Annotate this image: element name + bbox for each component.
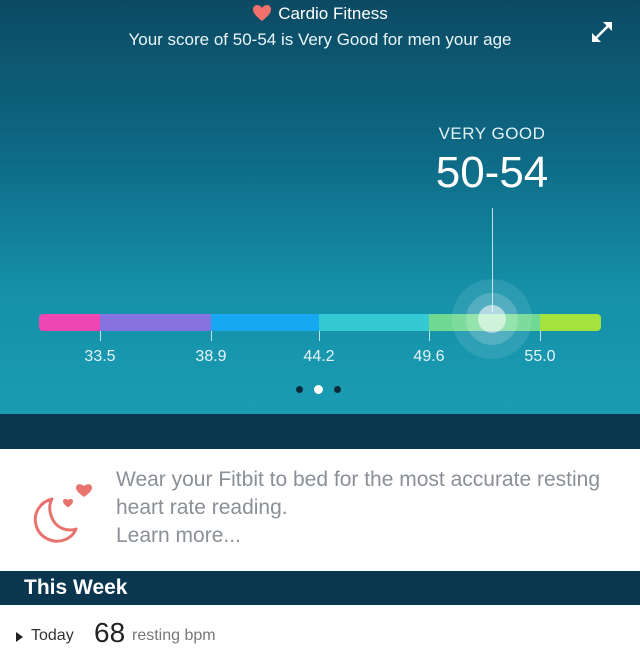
this-week-title: This Week — [24, 576, 128, 599]
scale-tick — [100, 331, 101, 341]
page-indicator[interactable] — [296, 385, 341, 394]
scale-tick — [211, 331, 212, 341]
row-day-label: Today — [31, 627, 74, 644]
row-bpm-unit: resting bpm — [132, 627, 216, 644]
heart-icon — [253, 5, 272, 21]
scale-tick-label: 55.0 — [524, 348, 556, 365]
scale-segment-1 — [39, 314, 100, 331]
scale-tick-label: 44.2 — [303, 348, 335, 365]
tip-text: Wear your Fitbit to bed for the most acc… — [116, 468, 600, 519]
scale-tick-label: 33.5 — [84, 348, 116, 365]
scale-segment-4 — [319, 314, 429, 331]
scale-tick — [429, 331, 430, 341]
level-label: VERY GOOD — [438, 124, 546, 143]
page-dot[interactable] — [296, 386, 303, 393]
row-bpm-value: 68 — [94, 617, 126, 648]
title-text: Cardio Fitness — [278, 4, 388, 23]
scale-tick-label: 49.6 — [413, 348, 445, 365]
expand-icon[interactable] — [588, 18, 616, 46]
scale-segment-2 — [100, 314, 211, 331]
score-summary: Your score of 50-54 is Very Good for men… — [128, 30, 512, 49]
section-divider — [0, 414, 640, 449]
page-dot-active[interactable] — [314, 385, 323, 394]
scale-segment-6 — [540, 314, 601, 331]
page-dot[interactable] — [334, 386, 341, 393]
scale-tick — [319, 331, 320, 341]
scale-tick — [540, 331, 541, 341]
learn-more-link[interactable]: Learn more... — [116, 524, 241, 548]
panel-title: Cardio Fitness — [0, 4, 640, 24]
score-value: 50-54 — [435, 148, 549, 197]
expand-caret-icon[interactable] — [16, 632, 23, 642]
moon-hearts-icon — [33, 484, 92, 543]
score-marker — [452, 279, 532, 359]
cardio-fitness-panel: Cardio Fitness Your score of 50-54 is Ve… — [0, 0, 640, 414]
scale-segment-3 — [211, 314, 319, 331]
scale-tick-label: 38.9 — [195, 348, 227, 365]
